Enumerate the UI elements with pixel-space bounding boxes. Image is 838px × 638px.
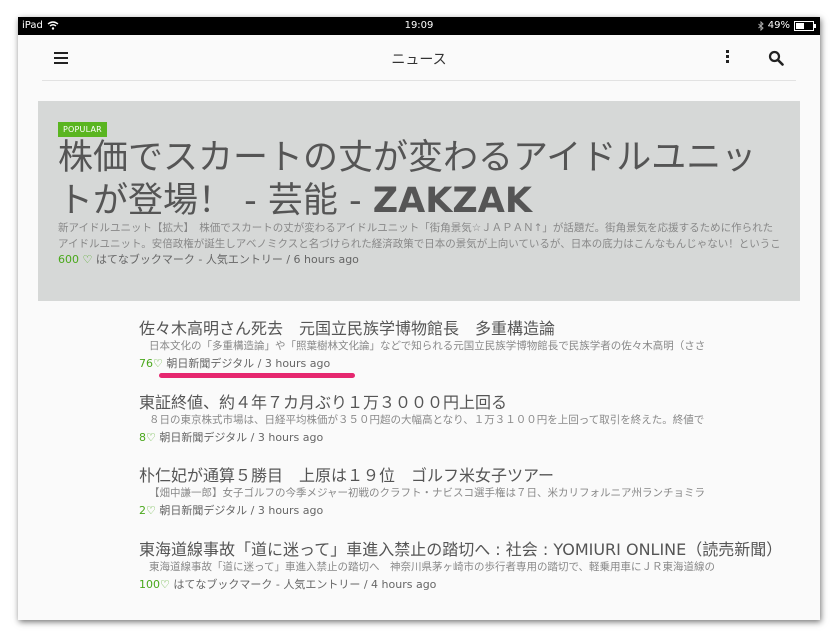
heart-icon: ♡ [146,504,156,517]
more-options-icon[interactable] [726,50,730,66]
news-meta: 100♡ はてなブックマーク - 人気エントリー / 4 hours ago [139,577,775,593]
news-meta: 76♡ 朝日新聞デジタル / 3 hours ago [139,356,775,372]
highlight-underline [159,373,355,378]
like-count: 100 [139,578,160,591]
heart-icon: ♡ [153,357,163,370]
news-source-time: 朝日新聞デジタル / 3 hours ago [159,504,324,517]
like-count: 8 [139,431,146,444]
page-title: ニュース [391,52,447,68]
news-source-time: 朝日新聞デジタル / 3 hours ago [166,357,331,370]
news-item[interactable]: 東証終値、約４年７カ月ぶり１万３０００円上回る ８日の東京株式市場は、日経平均株… [139,393,775,446]
clock: 19:09 [404,20,434,31]
featured-description: 新アイドルユニット【拡大】 株価でスカートの丈が変わるアイドルユニット「街角景気… [58,222,781,250]
news-description: 【畑中謙一郎】女子ゴルフの今季メジャー初戦のクラフト・ナビスコ選手権は７日、米カ… [149,487,705,499]
heart-icon: ♡ [146,431,156,444]
battery-percent: 49% [767,20,790,31]
header-divider [42,80,796,81]
news-source-time: 朝日新聞デジタル / 3 hours ago [159,431,324,444]
news-title[interactable]: 東証終値、約４年７カ月ぶり１万３０００円上回る [139,393,775,413]
news-title[interactable]: 佐々木高明さん死去 元国立民族学博物館長 多重構造論 [139,319,775,339]
news-title[interactable]: 東海道線事故「道に迷って」車進入禁止の踏切へ : 社会 : YOMIURI ON… [139,540,782,560]
bluetooth-icon [757,20,764,31]
news-meta: 2♡ 朝日新聞デジタル / 3 hours ago [139,503,775,519]
like-count: 76 [139,357,153,370]
news-description: ８日の東京株式市場は、日経平均株価が３５０円超の大幅高となり、１万３１００円を上… [149,414,705,426]
featured-meta: 600 ♡ はてなブックマーク - 人気エントリー / 6 hours ago [58,251,359,267]
news-description: 東海道線事故「道に迷って」車進入禁止の踏切へ 神奈川県茅ヶ崎市の歩行者専用の踏切… [149,561,716,573]
news-item[interactable]: 東海道線事故「道に迷って」車進入禁止の踏切へ : 社会 : YOMIURI ON… [139,540,782,593]
news-source-time: はてなブックマーク - 人気エントリー / 4 hours ago [173,578,437,591]
status-bar: iPad 19:09 49% [18,17,820,35]
heart-icon: ♡ [82,253,93,266]
news-item[interactable]: 佐々木高明さん死去 元国立民族学博物館長 多重構造論 日本文化の「多重構造論」や… [139,319,775,372]
popular-badge: POPULAR [58,122,107,137]
search-icon[interactable] [768,50,784,66]
app-header: ニュース [18,35,820,81]
featured-source: ZAKZAK [372,181,532,221]
battery-icon [794,20,816,31]
news-title[interactable]: 朴仁妃が通算５勝目 上原は１９位 ゴルフ米女子ツアー [139,466,775,486]
like-count: 2 [139,504,146,517]
featured-title[interactable]: 株価でスカートの丈が変わるアイドルユニットが登場！ - 芸能 - ZAKZAK [58,137,782,223]
bookmark-count: 600 [58,253,79,266]
featured-article[interactable]: POPULAR 株価でスカートの丈が変わるアイドルユニットが登場！ - 芸能 -… [38,101,800,301]
featured-source-time: はてなブックマーク - 人気エントリー / 6 hours ago [95,253,359,266]
news-meta: 8♡ 朝日新聞デジタル / 3 hours ago [139,430,775,446]
news-description: 日本文化の「多重構造論」や「照葉樹林文化論」などで知られる元国立民族学博物館長で… [149,340,706,352]
heart-icon: ♡ [160,578,170,591]
news-item[interactable]: 朴仁妃が通算５勝目 上原は１９位 ゴルフ米女子ツアー 【畑中謙一郎】女子ゴルフの… [139,466,775,519]
